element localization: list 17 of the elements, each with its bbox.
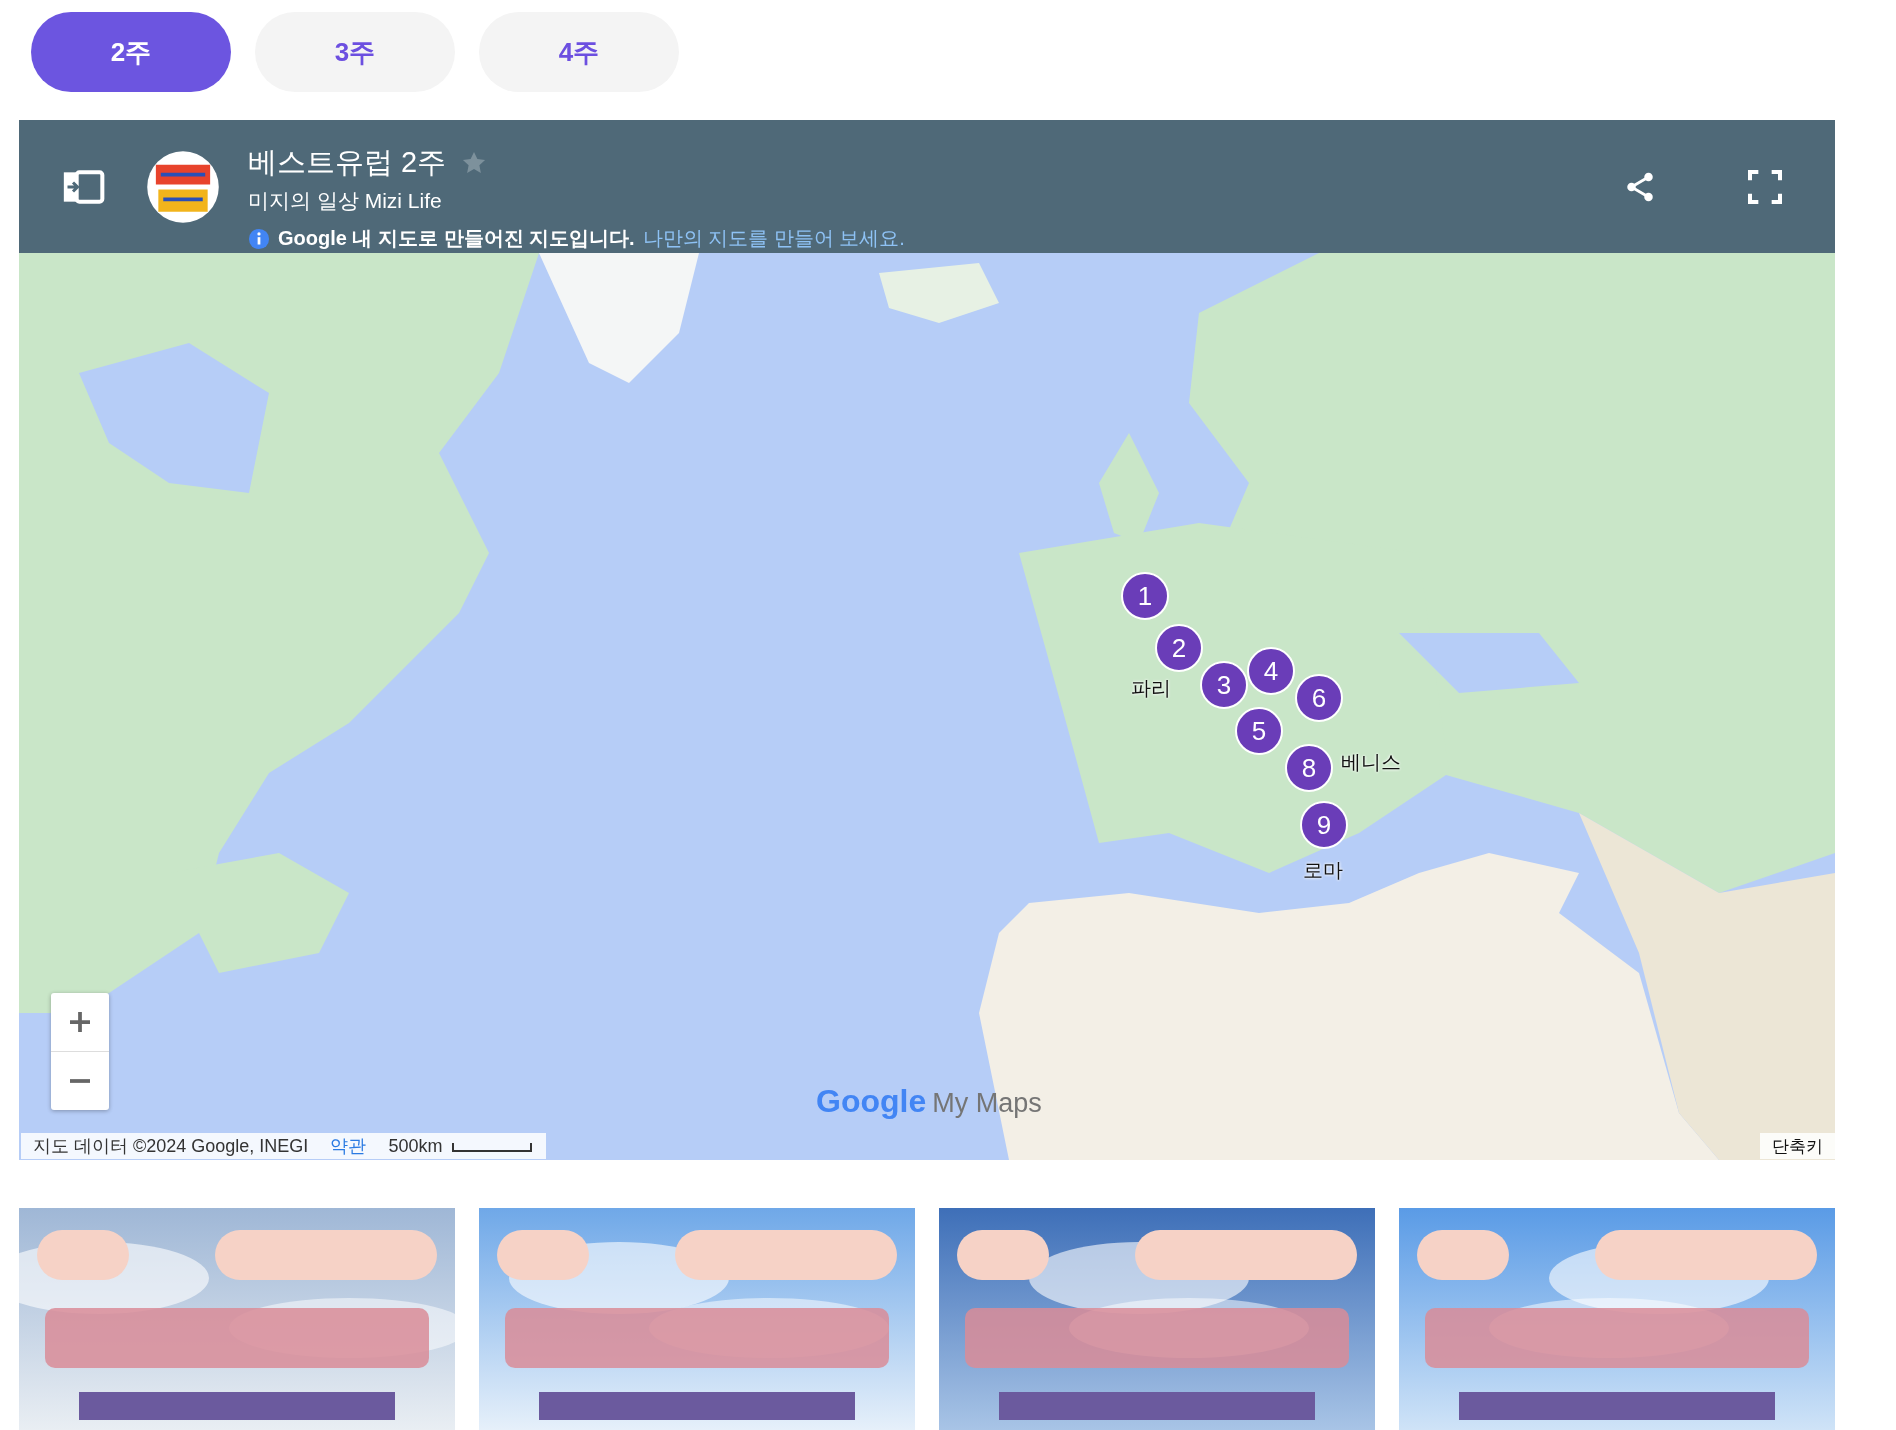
map-author: 미지의 일상 Mizi Life bbox=[248, 188, 443, 214]
info-icon bbox=[248, 227, 270, 250]
place-label: 파리 bbox=[1131, 676, 1171, 701]
google-logo: Google bbox=[816, 1083, 927, 1120]
week-tab[interactable]: 4주 bbox=[479, 12, 679, 92]
map-title: 베스트유럽 2주 bbox=[248, 145, 447, 180]
scale-bar-icon bbox=[452, 1140, 533, 1152]
place-label: 로마 bbox=[1303, 858, 1343, 883]
shortcuts-link[interactable]: 단축키 bbox=[1760, 1133, 1835, 1159]
scale-label: 500km bbox=[388, 1135, 443, 1157]
my-maps-logo: My Maps bbox=[932, 1088, 1042, 1119]
place-label: 베니스 bbox=[1341, 750, 1401, 775]
terms-link[interactable]: 약관 bbox=[330, 1134, 367, 1158]
week-tab[interactable]: 3주 bbox=[255, 12, 455, 92]
week-tab[interactable]: 2주 bbox=[31, 12, 231, 92]
map-notice: Google 내 지도로 만들어진 지도입니다. bbox=[278, 226, 635, 251]
map-data-credit: 지도 데이터 ©2024 Google, INEGI bbox=[33, 1135, 309, 1158]
